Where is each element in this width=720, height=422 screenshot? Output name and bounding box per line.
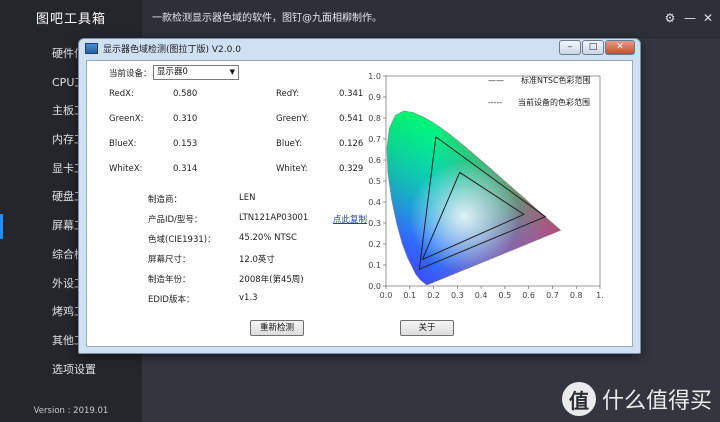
watermark-text: 什么值得买 — [601, 389, 712, 414]
device-select[interactable]: 显示器0 ▼ — [153, 65, 239, 80]
info-label: 制造商： — [148, 195, 183, 205]
x-tick-label: 0.0 — [380, 291, 393, 300]
y-tick-label: 0.7 — [368, 135, 381, 144]
legend-label-ntsc: 标准NTSC色彩范围 — [521, 75, 591, 85]
coord-value: 0.541 — [339, 114, 364, 124]
legend-marker-device: ----- — [488, 98, 503, 107]
gamut-dialog: 显示器色域检测(图拉丁版) V2.0.0 – □ ✕ 当前设备： 显示器0 ▼ … — [78, 38, 641, 354]
gear-icon[interactable]: ⚙ — [662, 10, 678, 26]
info-label: 产品ID/型号： — [148, 215, 203, 225]
chart-legend: —— 标准NTSC色彩范围 ----- 当前设备的色彩范围 — [488, 75, 591, 107]
coord-label: RedY: — [276, 89, 300, 99]
sidebar-item[interactable]: 选项设置 — [0, 356, 142, 385]
info-value: 45.20% NTSC — [239, 233, 297, 243]
coord-value: 0.341 — [339, 89, 364, 99]
coord-value: 0.126 — [339, 139, 364, 149]
y-tick-label: 0.0 — [368, 282, 381, 291]
coord-label: WhiteY: — [276, 164, 308, 174]
y-tick-label: 0.1 — [368, 261, 381, 270]
x-tick-label: 0.8 — [570, 291, 583, 300]
minimize-button[interactable]: — — [682, 10, 698, 26]
coord-value: 0.580 — [173, 89, 198, 99]
dialog-maximize-button[interactable]: □ — [582, 40, 604, 55]
y-tick-label: 1.0 — [368, 72, 381, 81]
y-tick-label: 0.2 — [368, 240, 381, 249]
legend-label-device: 当前设备的色彩范围 — [518, 97, 590, 107]
y-tick-label: 0.4 — [368, 198, 381, 207]
app-title: 图吧工具箱 — [35, 12, 106, 27]
x-tick-label: 0.2 — [427, 291, 440, 300]
x-tick-label: 0.1 — [403, 291, 416, 300]
coord-label: BlueX: — [109, 139, 137, 149]
info-label: 屏幕尺寸： — [148, 255, 191, 265]
x-tick-label: 0.6 — [522, 291, 535, 300]
coord-value: 0.153 — [173, 139, 198, 149]
coord-label: GreenX: — [109, 114, 144, 124]
y-tick-label: 0.3 — [368, 219, 381, 228]
notice-text: 一款检测显示器色域的软件，图钉@九面相柳制作。 — [152, 13, 382, 24]
info-label: 色域(CIE1931)： — [148, 235, 216, 245]
device-label: 当前设备： — [109, 69, 152, 79]
coord-value: 0.329 — [339, 164, 364, 174]
dropdown-arrow-icon: ▼ — [229, 68, 235, 76]
device-select-value: 显示器0 — [157, 67, 188, 77]
y-tick-label: 0.6 — [368, 156, 381, 165]
dialog-close-button[interactable]: ✕ — [605, 40, 635, 55]
coord-label: RedX: — [109, 89, 134, 99]
info-label: EDID版本： — [148, 295, 195, 305]
y-tick-label: 0.9 — [368, 93, 381, 102]
y-tick-label: 0.5 — [368, 177, 381, 186]
x-tick-label: 1. — [596, 291, 604, 300]
info-value: 12.0英寸 — [239, 255, 275, 265]
dialog-titlebar[interactable]: 显示器色域检测(图拉丁版) V2.0.0 – □ ✕ — [79, 39, 640, 60]
x-tick-label: 0.3 — [451, 291, 464, 300]
dialog-body: 当前设备： 显示器0 ▼ RedX: 0.580 RedY: 0.341 GreenX:… — [86, 60, 633, 347]
info-value: 2008年(第45周) — [239, 275, 304, 285]
close-button[interactable]: ✕ — [700, 10, 716, 26]
coord-value: 0.310 — [173, 114, 198, 124]
coord-label: BlueY: — [276, 139, 302, 149]
copy-link[interactable]: 点此复制 — [333, 213, 367, 225]
info-label: 制造年份： — [148, 275, 191, 285]
coord-label: WhiteX: — [109, 164, 143, 174]
x-tick-label: 0.4 — [475, 291, 488, 300]
x-tick-label: 0.7 — [546, 291, 559, 300]
dialog-title: 显示器色域检测(图拉丁版) V2.0.0 — [103, 45, 241, 55]
about-button[interactable]: 关于 — [400, 320, 454, 336]
top-bar: 一款检测显示器色域的软件，图钉@九面相柳制作。 ⚙ — ✕ — [142, 0, 720, 38]
info-value: LEN — [239, 193, 256, 203]
y-tick-label: 0.8 — [368, 114, 381, 123]
version-label: Version : 2019.01 — [33, 406, 109, 416]
info-value: v1.3 — [239, 293, 258, 303]
x-tick-label: 0.5 — [499, 291, 512, 300]
coord-value: 0.314 — [173, 164, 198, 174]
watermark: 值 什么值得买 — [561, 382, 712, 416]
redetect-button[interactable]: 重新检测 — [250, 320, 304, 336]
legend-marker-ntsc: —— — [488, 76, 504, 85]
monitor-icon — [85, 43, 98, 54]
dialog-minimize-button[interactable]: – — [559, 40, 581, 55]
info-value: LTN121AP03001 — [239, 213, 309, 223]
coord-label: GreenY: — [276, 114, 309, 124]
watermark-badge: 值 — [561, 382, 596, 416]
cie-chart: 0.0 0.1 0.2 0.3 0.4 0.5 0.6 0.7 0.8 1. 1.0 0.9 0.8 0.… — [368, 72, 604, 300]
